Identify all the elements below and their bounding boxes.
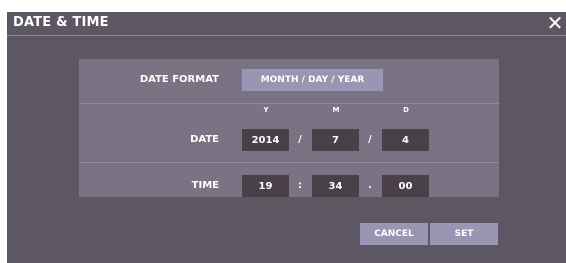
time-separator: . — [368, 180, 372, 191]
date-separator: / — [368, 134, 372, 145]
minute-field[interactable]: 34 — [312, 175, 359, 197]
row-divider — [79, 103, 499, 104]
year-header: Y — [263, 106, 269, 114]
cancel-button[interactable]: CANCEL — [360, 223, 428, 245]
hour-field[interactable]: 19 — [242, 175, 289, 197]
date-time-dialog: DATE & TIME ✕ DATE FORMAT MONTH / DAY / … — [7, 12, 566, 263]
month-field[interactable]: 7 — [312, 129, 359, 151]
year-field[interactable]: 2014 — [242, 129, 289, 151]
day-field[interactable]: 4 — [382, 129, 429, 151]
day-header: D — [403, 106, 409, 114]
time-label: TIME — [191, 180, 219, 191]
date-format-label: DATE FORMAT — [139, 74, 219, 85]
settings-panel: DATE FORMAT MONTH / DAY / YEAR Y M D DAT… — [79, 59, 499, 197]
month-header: M — [332, 106, 340, 114]
date-format-button[interactable]: MONTH / DAY / YEAR — [242, 69, 383, 91]
set-button[interactable]: SET — [430, 223, 498, 245]
title-bar: DATE & TIME ✕ — [7, 12, 566, 36]
time-separator: : — [298, 180, 302, 191]
close-icon[interactable]: ✕ — [546, 12, 564, 34]
second-field[interactable]: 00 — [382, 175, 429, 197]
date-label: DATE — [190, 134, 219, 145]
dialog-title: DATE & TIME — [13, 15, 109, 30]
date-separator: / — [298, 134, 302, 145]
row-divider — [79, 162, 499, 163]
